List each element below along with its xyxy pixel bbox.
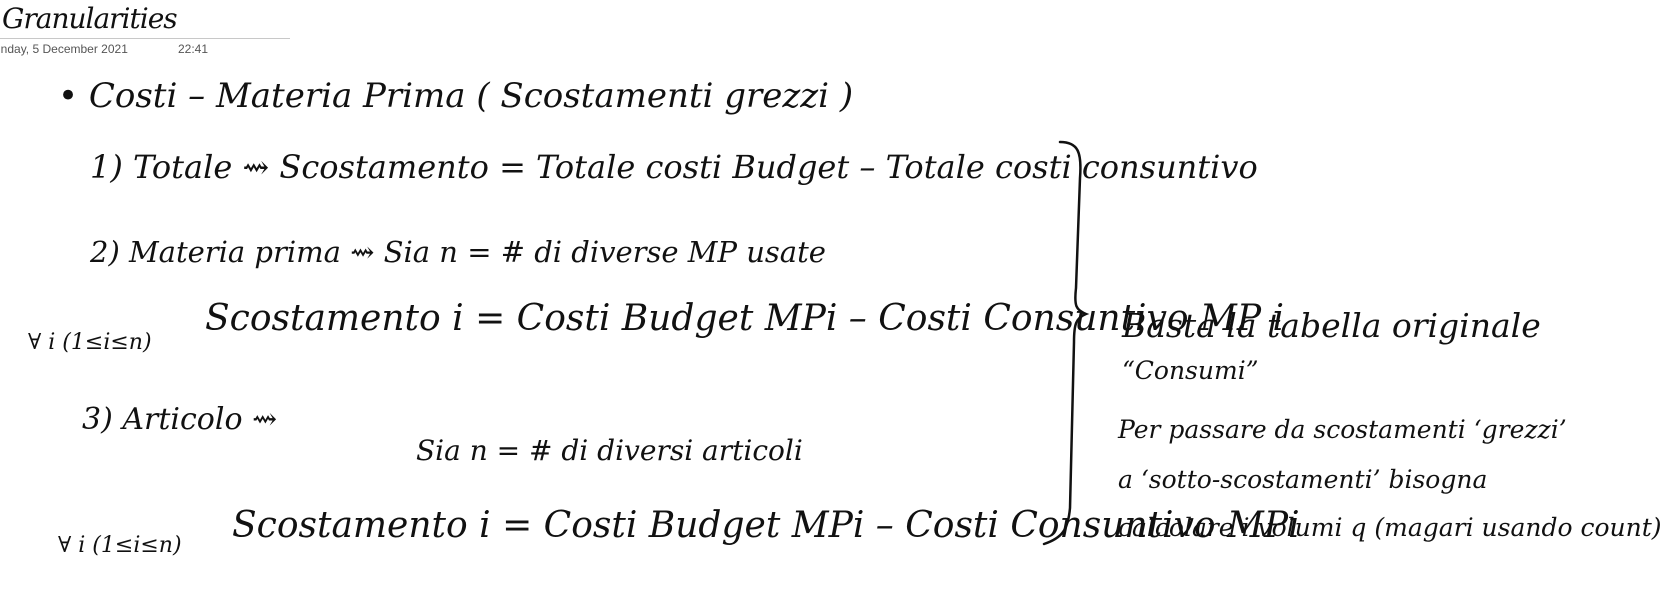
quantifier-materia-prima: ∀ i (1≤i≤n) xyxy=(28,330,152,355)
page-header: Granularities unday, 5 December 2021 22:… xyxy=(0,0,290,58)
quantifier-articolo: ∀ i (1≤i≤n) xyxy=(58,533,182,558)
note-articoli-definition: Sia n = # di diversi articoli xyxy=(416,434,803,467)
side-note-line-1: Basta la tabella originale xyxy=(1122,306,1541,345)
title-divider xyxy=(0,38,290,39)
page-time: 22:41 xyxy=(178,42,209,56)
right-brace xyxy=(1042,140,1090,546)
side-note-line-4: a ‘sotto-scostamenti’ bisogna xyxy=(1118,465,1488,494)
page-title: Granularities xyxy=(2,2,178,35)
side-note-line-2: “Consumi” xyxy=(1122,356,1259,385)
note-heading-costi: • Costi – Materia Prima ( Scostamenti gr… xyxy=(58,76,854,116)
note-item-materia-prima: 2) Materia prima ⇝ Sia n = # di diverse … xyxy=(90,235,826,269)
side-note-line-5: calcolare i volumi q (magari usando coun… xyxy=(1118,513,1662,542)
page-date: unday, 5 December 2021 xyxy=(0,42,128,56)
side-note-line-3: Per passare da scostamenti ‘grezzi’ xyxy=(1118,415,1567,444)
note-item-articolo: 3) Articolo ⇝ xyxy=(82,402,278,437)
